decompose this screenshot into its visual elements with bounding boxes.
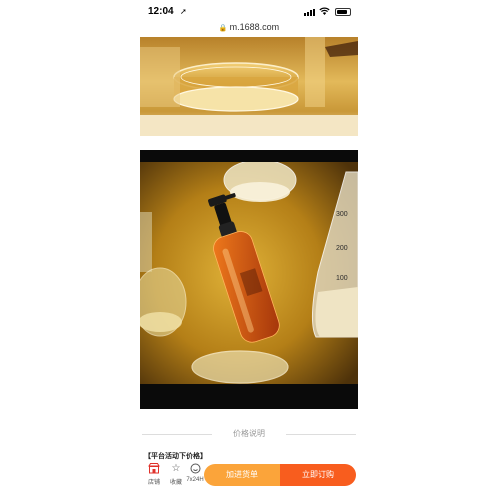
phone-screen: 12:04 ➚ 🔒 m.1688.com 300 200 100 价格说明 【平… (138, 0, 360, 499)
signal-icon (304, 9, 316, 16)
bottle-scene: 300 200 100 (140, 159, 358, 384)
lock-icon: 🔒 (218, 25, 228, 32)
svg-text:100: 100 (336, 275, 348, 282)
wifi-icon (319, 7, 330, 17)
bottom-action-bar: 店铺 ☆ 收藏 7x24H 加进货单 立即订购 (138, 461, 360, 491)
add-to-cart-button[interactable]: 加进货单 (204, 464, 280, 486)
promo-price-label: 【平台活动下价格】 (144, 453, 207, 460)
shop-icon (142, 463, 166, 475)
location-arrow-icon: ➚ (180, 7, 187, 16)
svg-text:200: 200 (336, 245, 348, 252)
product-image-glassware[interactable] (140, 37, 358, 136)
price-section-header: 价格说明 (138, 428, 360, 440)
url-text: m.1688.com (229, 22, 280, 32)
tab-shop[interactable]: 店铺 (142, 463, 166, 486)
product-image-bottle[interactable]: 300 200 100 (140, 150, 358, 409)
battery-icon (335, 8, 351, 16)
tab-shop-label: 店铺 (147, 480, 160, 486)
svg-text:300: 300 (336, 211, 348, 218)
divider-right (286, 434, 356, 435)
status-time: 12:04 (148, 6, 174, 17)
address-bar[interactable]: 🔒 m.1688.com (138, 22, 360, 36)
buy-now-button[interactable]: 立即订购 (280, 464, 356, 486)
status-bar: 12:04 ➚ (138, 0, 360, 24)
